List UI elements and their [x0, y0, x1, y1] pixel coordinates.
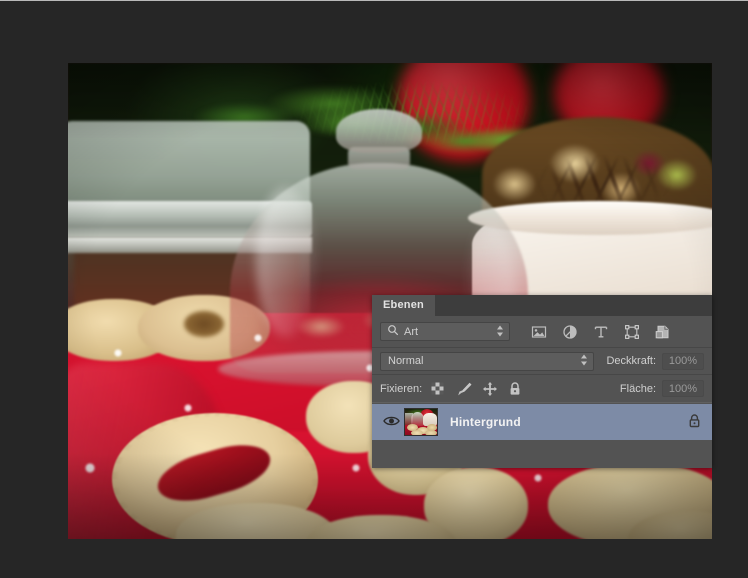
opacity-value[interactable]: 100% — [662, 352, 704, 370]
layer-row-hintergrund[interactable]: Hintergrund — [372, 404, 712, 440]
layer-thumbnail[interactable] — [404, 408, 438, 436]
blend-mode-select[interactable]: Normal — [380, 351, 594, 371]
thumbnail-cookie — [411, 430, 423, 435]
opacity-control: Deckkraft: 100% — [600, 352, 704, 370]
glass-cloche-knob — [336, 109, 422, 153]
magnifier-icon — [387, 324, 399, 339]
blend-mode-row: Normal Deckkraft: 100% — [372, 348, 712, 374]
fill-value[interactable]: 100% — [662, 380, 704, 397]
stepper-arrows-icon[interactable] — [581, 354, 588, 368]
tab-ebenen[interactable]: Ebenen — [372, 295, 435, 316]
layer-filter-type-buttons — [530, 323, 672, 341]
tab-label: Ebenen — [383, 299, 424, 311]
application-window: Ebenen Art Normal Deckkraft: 100% Fixier… — [0, 0, 748, 578]
lock-position-icon[interactable] — [482, 381, 498, 397]
shape-layer-filter-icon[interactable] — [623, 323, 641, 341]
padlock-icon — [688, 413, 701, 432]
eye-icon — [382, 415, 400, 430]
fill-control: Fläche: 100% — [524, 380, 704, 397]
panel-tab-strip: Ebenen — [372, 295, 712, 316]
stepper-arrows-icon[interactable] — [497, 325, 504, 338]
layer-filter-kind-select[interactable]: Art — [380, 322, 510, 341]
type-layer-filter-icon[interactable] — [592, 323, 610, 341]
layer-list: Hintergrund — [372, 403, 712, 440]
thumbnail-cookie — [425, 430, 437, 435]
lock-image-pixels-icon[interactable] — [456, 381, 472, 397]
lock-label: Fixieren: — [380, 382, 423, 395]
layers-panel: Ebenen Art Normal Deckkraft: 100% Fixier… — [372, 295, 712, 468]
lock-all-icon[interactable] — [508, 381, 524, 397]
layers-panel-footer — [372, 440, 712, 468]
layer-name-label: Hintergrund — [450, 415, 521, 429]
panel-tab-filler — [434, 295, 712, 316]
lock-transparency-icon[interactable] — [430, 381, 446, 397]
fill-label: Fläche: — [619, 382, 656, 395]
layer-filter-kind-value: Art — [404, 325, 419, 338]
pixel-layer-filter-icon[interactable] — [530, 323, 548, 341]
smart-object-filter-icon[interactable] — [654, 323, 672, 341]
lock-row: Fixieren: Fläche: 100% — [372, 375, 712, 402]
opacity-label: Deckkraft: — [606, 355, 656, 367]
adjustment-layer-filter-icon[interactable] — [561, 323, 579, 341]
layers-panel-body: Art Normal Deckkraft: 100% Fixieren: Flä… — [372, 316, 712, 468]
layer-filter-row: Art — [372, 316, 712, 347]
layer-lock-indicator[interactable] — [688, 413, 701, 432]
layer-visibility-toggle[interactable] — [378, 415, 404, 430]
lock-toggle-buttons — [430, 381, 524, 397]
blend-mode-value: Normal — [388, 355, 424, 367]
